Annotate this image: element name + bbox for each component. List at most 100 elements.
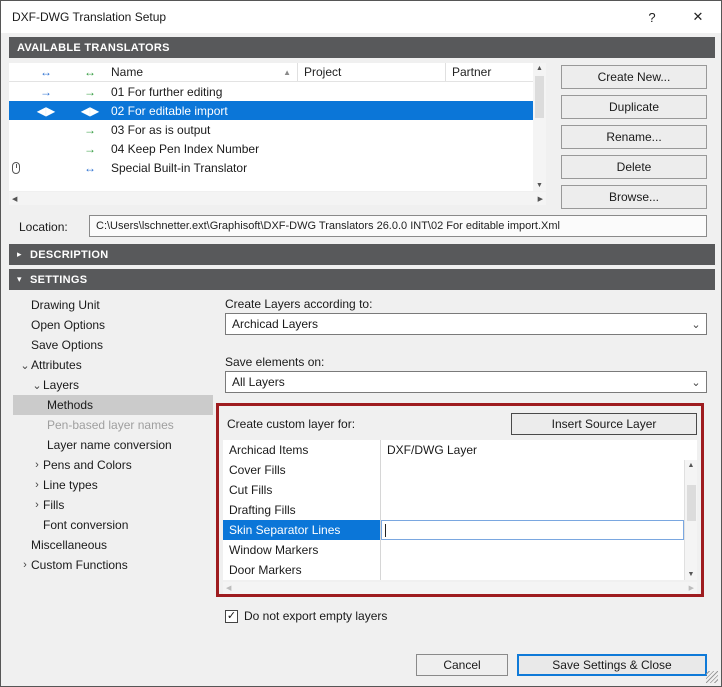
chevron-right-icon[interactable]: › (31, 459, 43, 471)
partner-column-header[interactable]: Partner (445, 63, 533, 81)
tree-item-open-options[interactable]: Open Options (13, 315, 213, 335)
translator-row[interactable]: → → 01 For further editing (9, 82, 533, 101)
tree-item-methods[interactable]: Methods (13, 395, 213, 415)
chevron-right-icon[interactable]: › (19, 559, 31, 571)
close-button[interactable]: ✕ (675, 1, 721, 33)
selected-value: Archicad Layers (232, 317, 319, 331)
tree-item-font-conversion[interactable]: Font conversion (13, 515, 213, 535)
table-row[interactable]: Drafting Fills (223, 500, 697, 520)
dxf-layer-cell[interactable] (381, 540, 684, 560)
resize-grip[interactable] (706, 671, 718, 683)
cancel-button[interactable]: Cancel (416, 654, 508, 676)
browse-button[interactable]: Browse... (561, 185, 707, 209)
tree-item-miscellaneous[interactable]: Miscellaneous (13, 535, 213, 555)
table-row[interactable]: Cover Fills (223, 460, 697, 480)
scroll-left-icon[interactable]: ◀ (226, 584, 231, 592)
archicad-item-cell[interactable]: Door Markers (223, 560, 381, 580)
tree-item-label: Layer name conversion (47, 438, 172, 452)
archicad-item-cell[interactable]: Skin Separator Lines (223, 520, 381, 540)
scroll-track[interactable] (533, 72, 546, 182)
scroll-track[interactable] (685, 469, 697, 571)
create-layers-select[interactable]: Archicad Layers ⌄ (225, 313, 707, 335)
dxf-layer-cell[interactable] (381, 500, 684, 520)
tree-item-line-types[interactable]: › Line types (13, 475, 213, 495)
dxf-layer-edit-field[interactable] (381, 520, 684, 540)
translator-partner (445, 158, 533, 177)
dxf-layer-cell[interactable] (381, 560, 684, 580)
chevron-down-icon[interactable]: ⌄ (31, 379, 43, 392)
tree-item-label: Layers (43, 378, 80, 392)
translator-project (297, 139, 445, 158)
title-bar[interactable]: DXF-DWG Translation Setup ? ✕ (1, 1, 721, 33)
translator-row-selected[interactable]: ◀▶ ◀▶ 02 For editable import (9, 101, 533, 120)
tree-item-label: Custom Functions (31, 558, 128, 572)
translator-row[interactable]: ↔ Special Built-in Translator (9, 158, 533, 177)
scroll-thumb[interactable] (535, 76, 544, 118)
scroll-thumb[interactable] (687, 485, 696, 521)
open-direction-icon: ◀▶ (36, 103, 56, 118)
archicad-item-cell[interactable]: Window Markers (223, 540, 381, 560)
chevron-right-icon[interactable]: › (31, 479, 43, 491)
checked-checkbox[interactable]: ✓ (225, 609, 238, 623)
description-section-bar[interactable]: ▸ DESCRIPTION (9, 244, 715, 265)
scroll-up-icon[interactable]: ▲ (536, 65, 543, 72)
help-button[interactable]: ? (629, 1, 675, 33)
save-direction-icon: ↔ (84, 160, 96, 175)
open-direction-column-icon[interactable]: ↔ (23, 65, 69, 79)
translator-row[interactable]: → 03 For as is output (9, 120, 533, 139)
create-new-button[interactable]: Create New... (561, 65, 707, 89)
chevron-down-icon[interactable]: ⌄ (19, 359, 31, 372)
do-not-export-empty-layers-option[interactable]: ✓ Do not export empty layers (225, 609, 387, 623)
scroll-left-icon[interactable]: ◀ (12, 195, 17, 203)
scroll-right-icon[interactable]: ▶ (689, 584, 694, 592)
check-icon: ✓ (226, 609, 237, 622)
table-row-selected[interactable]: Skin Separator Lines (223, 520, 697, 540)
tree-item-label: Open Options (31, 318, 106, 332)
table-horizontal-scrollbar[interactable]: ◀ ▶ (223, 582, 697, 594)
delete-button[interactable]: Delete (561, 155, 707, 179)
tree-item-layers[interactable]: ⌄ Layers (13, 375, 213, 395)
tree-item-pens-and-colors[interactable]: › Pens and Colors (13, 455, 213, 475)
project-column-header[interactable]: Project (297, 63, 445, 81)
tree-item-custom-functions[interactable]: › Custom Functions (13, 555, 213, 575)
dxf-layer-cell[interactable] (381, 480, 684, 500)
settings-section-bar[interactable]: ▾ SETTINGS (9, 269, 715, 290)
duplicate-button[interactable]: Duplicate (561, 95, 707, 119)
archicad-item-cell[interactable]: Drafting Fills (223, 500, 381, 520)
translator-name: 02 For editable import (111, 103, 228, 118)
scroll-down-icon[interactable]: ▼ (536, 182, 543, 189)
tree-item-save-options[interactable]: Save Options (13, 335, 213, 355)
chevron-right-icon[interactable]: › (31, 499, 43, 511)
scroll-down-icon[interactable]: ▼ (688, 571, 695, 578)
name-column-header[interactable]: Name ▲ (111, 65, 297, 79)
scroll-up-icon[interactable]: ▲ (688, 462, 695, 469)
archicad-item-cell[interactable]: Cut Fills (223, 480, 381, 500)
archicad-item-cell[interactable]: Cover Fills (223, 460, 381, 480)
translator-partner (445, 139, 533, 158)
translator-partner (445, 101, 533, 120)
tree-item-layer-name-conversion[interactable]: Layer name conversion (13, 435, 213, 455)
tree-item-fills[interactable]: › Fills (13, 495, 213, 515)
custom-layer-highlight-box: Create custom layer for: Insert Source L… (216, 403, 704, 597)
tree-item-attributes[interactable]: ⌄ Attributes (13, 355, 213, 375)
rename-button[interactable]: Rename... (561, 125, 707, 149)
translator-list-header: ↔ ↔ Name ▲ Project Partner (9, 63, 533, 82)
tree-item-drawing-unit[interactable]: Drawing Unit (13, 295, 213, 315)
translator-list-horizontal-scrollbar[interactable]: ◀ ▶ (9, 192, 546, 205)
save-settings-close-button[interactable]: Save Settings & Close (517, 654, 707, 676)
settings-section-title: SETTINGS (30, 273, 88, 286)
table-vertical-scrollbar[interactable]: ▲ ▼ (684, 460, 697, 580)
table-row[interactable]: Door Markers (223, 560, 697, 580)
translator-partner (445, 82, 533, 101)
table-row[interactable]: Cut Fills (223, 480, 697, 500)
translator-row[interactable]: → 04 Keep Pen Index Number (9, 139, 533, 158)
scroll-right-icon[interactable]: ▶ (538, 195, 543, 203)
save-direction-column-icon[interactable]: ↔ (69, 65, 111, 79)
save-elements-select[interactable]: All Layers ⌄ (225, 371, 707, 393)
insert-source-layer-button[interactable]: Insert Source Layer (511, 413, 697, 435)
table-row[interactable]: Window Markers (223, 540, 697, 560)
location-path-field[interactable]: C:\Users\lschnetter.ext\Graphisoft\DXF-D… (89, 215, 707, 237)
translator-list-vertical-scrollbar[interactable]: ▲ ▼ (533, 63, 546, 191)
settings-tree: Drawing Unit Open Options Save Options ⌄… (13, 295, 213, 575)
dxf-layer-cell[interactable] (381, 460, 684, 480)
